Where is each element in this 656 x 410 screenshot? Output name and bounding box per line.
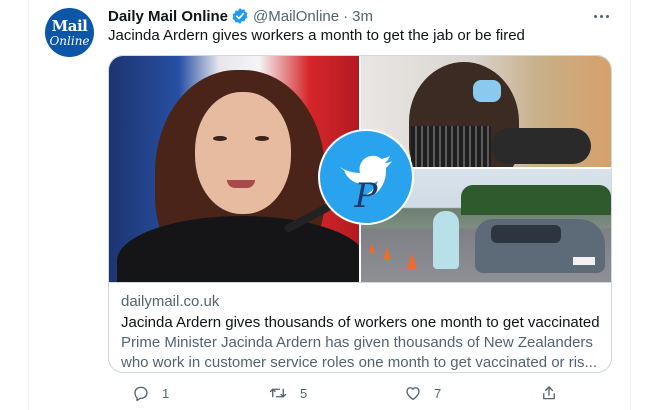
share-icon bbox=[543, 386, 555, 400]
retweet-count: 5 bbox=[300, 385, 308, 401]
header-separator: · bbox=[343, 7, 349, 25]
watermark-bird-icon: P bbox=[318, 129, 414, 225]
card-title: Jacinda Ardern gives thousands of worker… bbox=[121, 314, 600, 331]
tweet-header: Daily Mail Online @MailOnline · 3m bbox=[108, 6, 373, 26]
reply-count: 1 bbox=[162, 385, 170, 401]
avatar-logo-line1: Mail bbox=[51, 16, 88, 35]
display-name[interactable]: Daily Mail Online bbox=[108, 8, 228, 25]
tweet-timestamp[interactable]: 3m bbox=[352, 8, 373, 25]
avatar[interactable]: Mail Online bbox=[45, 8, 94, 57]
card-description-line: who work in customer service roles one m… bbox=[121, 354, 598, 371]
card-text-block[interactable]: dailymail.co.uk Jacinda Ardern gives tho… bbox=[109, 282, 611, 372]
like-count: 7 bbox=[434, 385, 442, 401]
more-options-icon[interactable] bbox=[589, 6, 613, 26]
reply-icon bbox=[134, 386, 148, 402]
tweet[interactable]: Mail Online Daily Mail Online @MailOnlin… bbox=[29, 0, 630, 410]
tweet-text: Jacinda Ardern gives workers a month to … bbox=[108, 27, 525, 44]
card-domain: dailymail.co.uk bbox=[121, 293, 220, 310]
card-image-collage[interactable]: P bbox=[109, 56, 611, 282]
retweet-button[interactable]: 5 bbox=[268, 381, 307, 405]
watermark-letter: P bbox=[354, 176, 379, 216]
user-handle[interactable]: @MailOnline bbox=[253, 8, 339, 25]
verified-badge-icon bbox=[231, 7, 249, 25]
tweet-actions: 1 5 7 bbox=[108, 381, 555, 405]
link-card[interactable]: P dailymail.co.uk Jacinda Ardern gives t… bbox=[108, 55, 612, 373]
timeline-right-border bbox=[630, 0, 631, 410]
card-description: Prime Minister Jacinda Ardern has given … bbox=[121, 333, 605, 372]
avatar-logo-line2: Online bbox=[49, 33, 90, 48]
like-button[interactable]: 7 bbox=[404, 381, 441, 405]
retweet-icon bbox=[269, 388, 287, 398]
share-button[interactable] bbox=[540, 381, 558, 405]
card-description-line: Prime Minister Jacinda Ardern has given … bbox=[121, 334, 593, 351]
reply-button[interactable]: 1 bbox=[132, 381, 169, 405]
heart-icon bbox=[406, 387, 420, 401]
